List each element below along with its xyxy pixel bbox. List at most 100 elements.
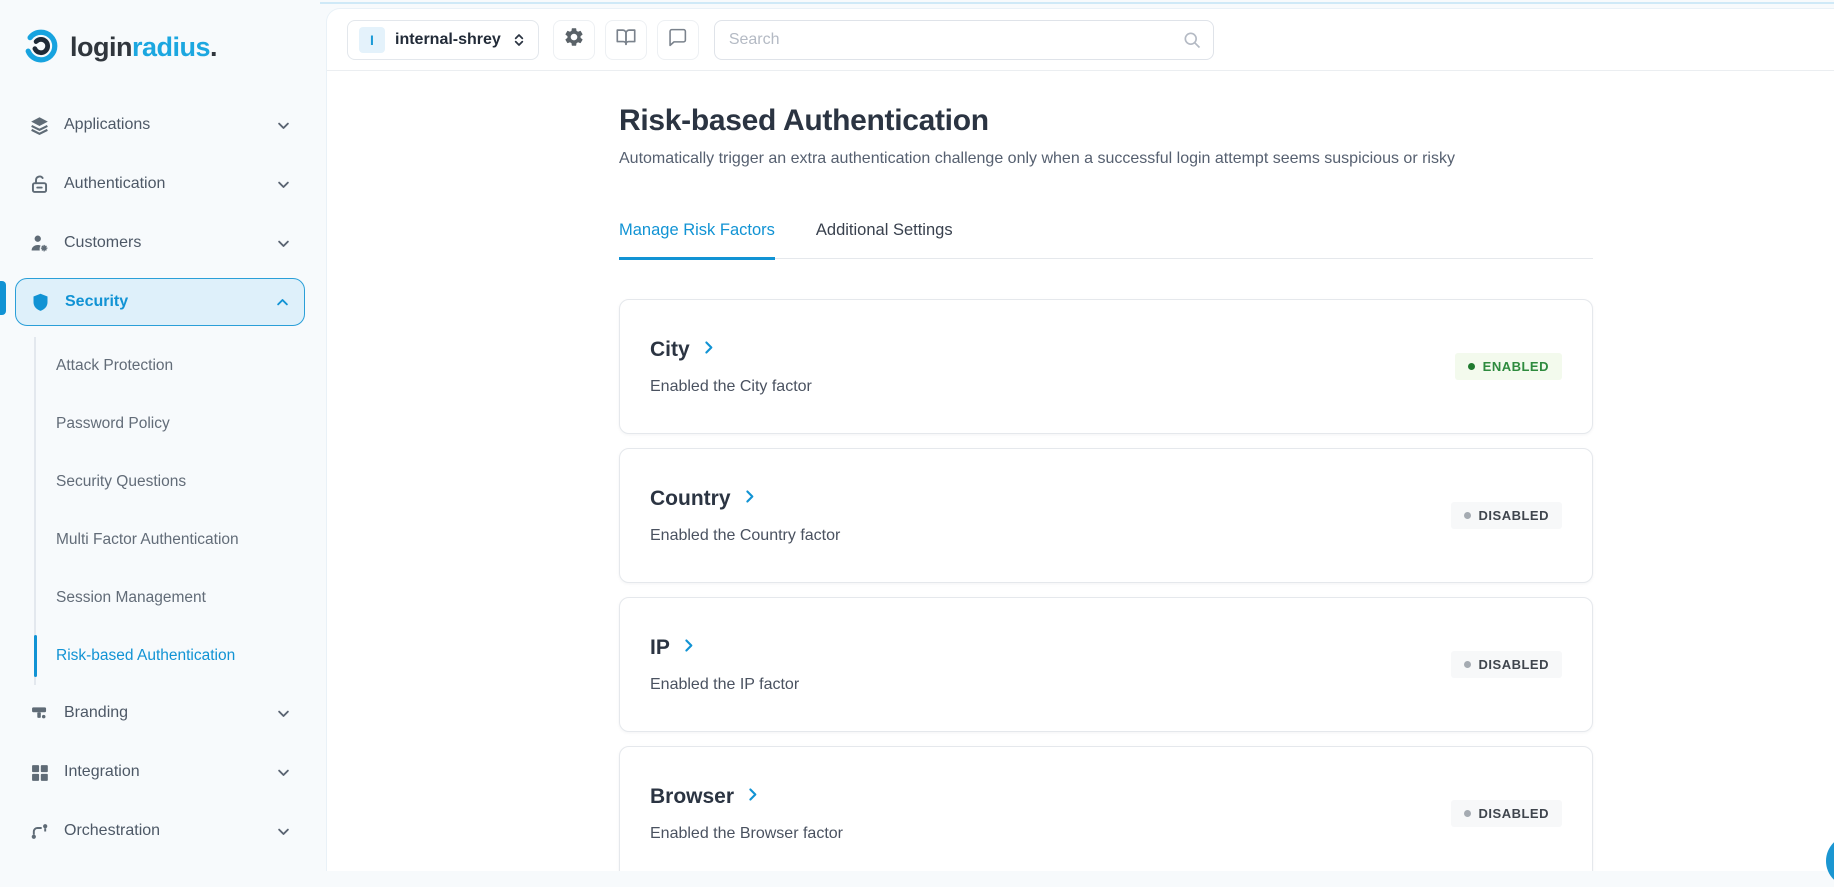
chevron-right-icon (744, 786, 761, 808)
shield-icon (30, 292, 51, 313)
sidebar-item-password-policy[interactable]: Password Policy (56, 395, 320, 453)
card-title-link[interactable]: City (650, 338, 812, 362)
app-initial-badge: I (359, 26, 385, 53)
card-main: City Enabled the City factor (650, 338, 812, 396)
card-title-link[interactable]: Country (650, 487, 840, 511)
grid-icon (29, 762, 50, 783)
sidebar-item-label: Applications (64, 116, 151, 133)
sidebar-item-customers[interactable]: Customers (15, 219, 305, 267)
loginradius-logo-icon (22, 28, 60, 66)
chevron-down-icon (276, 177, 291, 192)
sidebar-item-multi-factor-authentication[interactable]: Multi Factor Authentication (56, 511, 320, 569)
risk-factor-card-city: City Enabled the City factor ENABLED (619, 299, 1593, 434)
sidebar-nav: Applications Authentication Customers Se… (0, 101, 320, 855)
chevron-right-icon (680, 637, 697, 659)
chevron-down-icon (276, 765, 291, 780)
sidebar-item-risk-based-authentication[interactable]: Risk-based Authentication (34, 627, 320, 685)
user-settings-icon (29, 233, 50, 254)
paint-roller-icon (29, 703, 50, 724)
risk-factor-card-browser: Browser Enabled the Browser factor DISAB… (619, 746, 1593, 871)
brand-word-primary: login (70, 31, 132, 62)
card-title-link[interactable]: Browser (650, 785, 843, 809)
card-main: Country Enabled the Country factor (650, 487, 840, 545)
status-label: DISABLED (1478, 508, 1549, 523)
search-input[interactable] (713, 19, 1214, 60)
sidebar-item-session-management[interactable]: Session Management (56, 569, 320, 627)
page-content: Risk-based Authentication Automatically … (619, 71, 1593, 871)
sidebar-item-label: Authentication (64, 175, 166, 192)
main-panel: I internal-shrey Search Risk-based Authe… (326, 8, 1834, 871)
card-description: Enabled the City factor (650, 377, 812, 395)
chevron-down-icon (276, 118, 291, 133)
sidebar-item-label: Branding (64, 704, 129, 721)
card-description: Enabled the Country factor (650, 526, 841, 544)
sidebar-item-applications[interactable]: Applications (15, 101, 305, 149)
subnav-item-label: Multi Factor Authentication (56, 531, 239, 548)
sidebar-item-label: Customers (64, 234, 142, 251)
sidebar-item-authentication[interactable]: Authentication (15, 160, 305, 208)
card-title: City (650, 337, 690, 361)
card-description: Enabled the Browser factor (650, 824, 843, 842)
card-main: Browser Enabled the Browser factor (650, 785, 843, 843)
card-title: Browser (650, 784, 735, 808)
subnav-item-label: Attack Protection (56, 357, 174, 374)
chat-bubble-icon (667, 27, 688, 53)
status-badge: DISABLED (1450, 651, 1562, 678)
chevron-right-icon (700, 339, 717, 361)
unfold-more-icon (511, 32, 527, 48)
status-badge: DISABLED (1450, 800, 1562, 827)
status-dot-icon (1463, 661, 1471, 668)
brand-wordmark: loginradius. (70, 31, 218, 63)
feedback-button[interactable] (656, 19, 699, 60)
brand-logo[interactable]: loginradius. (0, 15, 320, 73)
subnav-item-label: Risk-based Authentication (56, 647, 236, 664)
sidebar: loginradius. Applications Authentication (0, 0, 320, 871)
sidebar-item-label: Orchestration (64, 822, 161, 839)
branch-icon (29, 821, 50, 842)
card-title: IP (650, 635, 670, 659)
app-name-label: internal-shrey (395, 30, 501, 48)
topbar: I internal-shrey (327, 9, 1834, 71)
risk-factor-card-ip: IP Enabled the IP factor DISABLED (619, 597, 1593, 732)
chevron-down-icon (276, 706, 291, 721)
tab-manage-risk-factors[interactable]: Manage Risk Factors (619, 221, 775, 260)
layers-icon (29, 115, 50, 136)
status-label: DISABLED (1478, 657, 1549, 672)
sidebar-item-security[interactable]: Security (15, 278, 305, 326)
sidebar-item-attack-protection[interactable]: Attack Protection (56, 337, 320, 395)
sidebar-item-label: Integration (64, 763, 140, 780)
subnav-item-label: Security Questions (56, 473, 187, 490)
card-title-link[interactable]: IP (650, 636, 799, 660)
card-description: Enabled the IP factor (650, 675, 800, 693)
sidebar-item-orchestration[interactable]: Orchestration (15, 807, 305, 855)
brand-word-suffix: . (210, 31, 218, 62)
status-label: DISABLED (1478, 806, 1549, 821)
card-main: IP Enabled the IP factor (650, 636, 799, 694)
risk-factor-list: City Enabled the City factor ENABLED Cou… (619, 299, 1593, 871)
chevron-down-icon (276, 236, 291, 251)
active-section-edge-indicator (0, 281, 6, 315)
search-icon (1182, 30, 1202, 55)
gear-icon (563, 26, 585, 53)
sidebar-item-branding[interactable]: Branding (15, 689, 305, 737)
status-badge: DISABLED (1450, 502, 1562, 529)
card-title: Country (650, 486, 731, 510)
app-window: loginradius. Applications Authentication (0, 0, 1834, 871)
tab-bar: Manage Risk Factors Additional Settings (619, 221, 1593, 260)
status-dot-icon (1463, 512, 1471, 519)
tab-additional-settings[interactable]: Additional Settings (816, 221, 953, 258)
status-dot-icon (1463, 810, 1471, 817)
search-box (713, 19, 1214, 60)
status-dot-icon (1467, 363, 1475, 370)
chevron-up-icon (275, 295, 290, 310)
security-subnav: Attack Protection Password Policy Securi… (34, 337, 320, 685)
chevron-right-icon (741, 488, 758, 510)
sidebar-item-label: Security (65, 293, 129, 310)
documentation-button[interactable] (604, 19, 647, 60)
app-settings-button[interactable] (552, 19, 595, 60)
sidebar-item-integration[interactable]: Integration (15, 748, 305, 796)
status-badge: ENABLED (1454, 353, 1562, 380)
app-switcher-button[interactable]: I internal-shrey (347, 19, 539, 60)
sidebar-item-security-questions[interactable]: Security Questions (56, 453, 320, 511)
top-accent-line (320, 2, 1834, 4)
